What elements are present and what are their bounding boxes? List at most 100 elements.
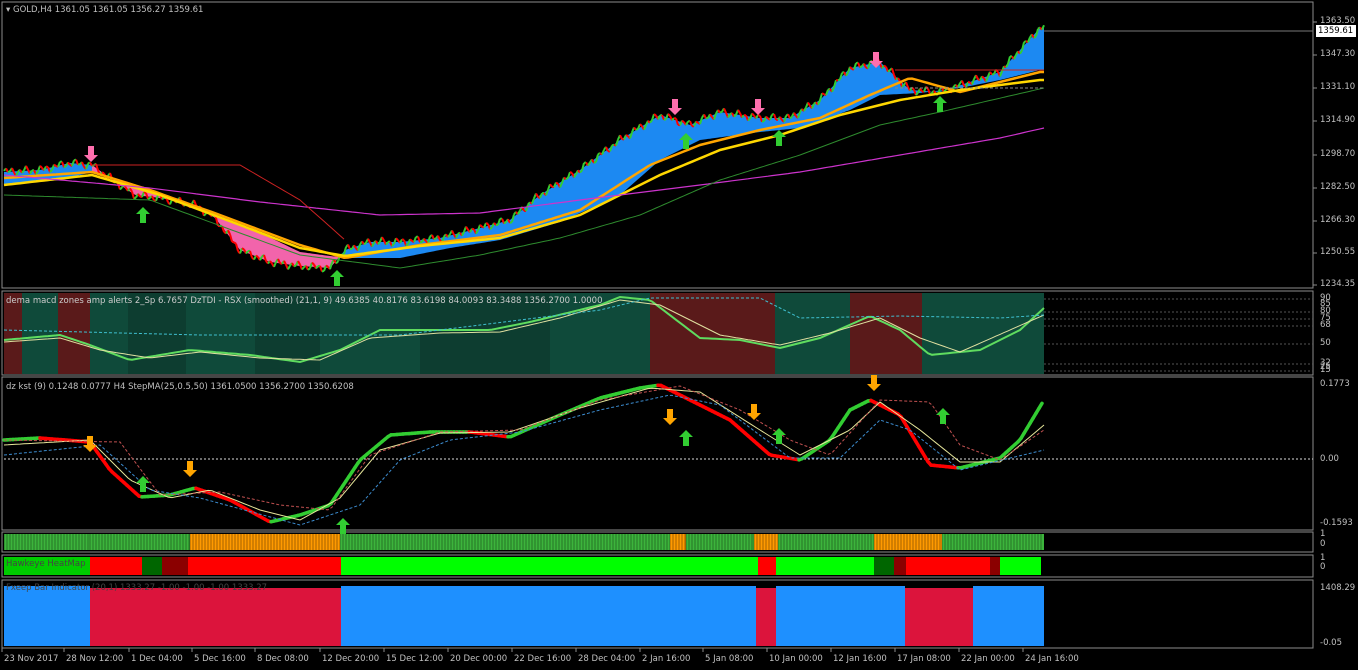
sell-arrow-icon (747, 404, 761, 420)
price-segment (485, 222, 489, 225)
sell-arrow-icon (668, 99, 682, 115)
date-tick-label: 15 Dec 12:00 (386, 654, 444, 664)
price-segment (837, 78, 841, 82)
heatmap-cell (341, 557, 758, 575)
price-segment (119, 186, 123, 191)
price-segment (233, 241, 237, 245)
price-segment (273, 261, 277, 268)
price-segment (101, 171, 105, 175)
chart-canvas[interactable] (0, 0, 1358, 670)
fxeep-bar-block (90, 588, 341, 646)
price-segment (363, 241, 367, 246)
date-tick-label: 5 Jan 08:00 (705, 654, 754, 664)
symbol-ohlc-text: GOLD,H4 1361.05 1361.05 1356.27 1359.61 (12, 5, 204, 15)
sell-arrow-icon (183, 461, 197, 477)
price-segment (535, 193, 539, 198)
collapse-triangle-icon[interactable]: ▾ (6, 5, 10, 15)
sell-arrow-icon (84, 146, 98, 162)
price-tick-label: 1250.55 (1320, 247, 1356, 257)
price-segment (147, 197, 151, 200)
price-segment (347, 244, 351, 250)
fxeep-bar-block (776, 586, 905, 646)
fxeep-bar-block (756, 588, 776, 646)
heatmap-title: Hawkeye HeatMap (6, 559, 86, 569)
kst-red-line (3, 385, 1045, 511)
date-tick-label: 22 Jan 00:00 (961, 654, 1015, 664)
buy-arrow-icon (136, 207, 150, 223)
kst-signal-line (3, 387, 1045, 521)
kst-tick-label: 0.00 (1320, 454, 1339, 464)
heatmap-cell (906, 557, 990, 575)
price-segment (53, 163, 57, 167)
price-segment (719, 110, 723, 114)
fbar-tick-label: -0.05 (1320, 638, 1342, 648)
price-segment (905, 81, 909, 88)
strip1-band (4, 534, 90, 550)
kst-tick-label: -0.1593 (1320, 518, 1353, 528)
price-segment (989, 71, 993, 76)
price-segment (479, 224, 483, 228)
heatmap-tick-label: 0 (1320, 562, 1326, 572)
kst-tick-label: 0.1773 (1320, 379, 1350, 389)
price-segment (7, 170, 11, 174)
price-segment (465, 226, 469, 231)
rsx-tick-label: 50 (1320, 338, 1331, 348)
price-segment (143, 191, 147, 194)
date-tick-label: 10 Jan 00:00 (769, 654, 823, 664)
date-tick-label: 22 Dec 16:00 (514, 654, 572, 664)
buy-arrow-icon (330, 270, 344, 286)
price-segment (635, 127, 639, 131)
magenta-ma-line (3, 127, 1045, 216)
price-segment (301, 266, 305, 271)
heatmap-cell (758, 557, 776, 575)
price-tick-label: 1347.30 (1320, 49, 1356, 59)
date-tick-label: 12 Dec 20:00 (322, 654, 380, 664)
heatmap-cell (776, 557, 874, 575)
price-segment (409, 238, 413, 242)
price-segment (625, 134, 629, 137)
price-segment (663, 118, 667, 121)
price-segment (765, 115, 769, 120)
heatmap-cell (990, 557, 1000, 575)
rsx-pane-title: dema macd zones amp alerts 2_Sp 6.7657 D… (6, 296, 603, 306)
kst-pane-frame (1, 376, 1314, 531)
date-tick-label: 28 Dec 04:00 (578, 654, 636, 664)
price-tick-label: 1298.70 (1320, 149, 1356, 159)
price-segment (991, 73, 995, 76)
price-segment (703, 114, 707, 119)
heatmap-cell (1000, 557, 1041, 575)
date-tick-label: 5 Dec 16:00 (194, 654, 246, 664)
fxeep-bar-block (4, 586, 90, 646)
buy-arrow-icon (933, 96, 947, 112)
date-tick-label: 23 Nov 2017 (4, 654, 59, 664)
heatmap-cell (874, 557, 894, 575)
price-segment (619, 134, 623, 140)
price-segment (63, 165, 67, 169)
strip1-band (874, 534, 942, 550)
price-segment (569, 171, 573, 174)
price-segment (859, 65, 863, 69)
price-segment (789, 115, 793, 120)
price-segment (255, 254, 259, 258)
price-segment (737, 109, 741, 114)
price-segment (287, 265, 291, 270)
price-segment (401, 238, 405, 241)
price-segment (555, 181, 559, 185)
price-segment (821, 92, 825, 96)
price-segment (433, 237, 437, 241)
strip1-tick-label: 1 (1320, 529, 1326, 539)
price-segment (367, 238, 371, 243)
price-segment (193, 199, 197, 206)
price-tick-label: 1282.50 (1320, 182, 1356, 192)
heatmap-cell (90, 557, 142, 575)
channel-lower-line (3, 87, 1045, 269)
price-segment (1033, 35, 1037, 39)
ribbon-up-2 (340, 28, 1044, 258)
kst-segment (1037, 401, 1044, 411)
rsx-tick-label: 68 (1320, 320, 1331, 330)
main-pane-title: ▾ GOLD,H4 1361.05 1361.05 1356.27 1359.6… (6, 5, 203, 15)
price-segment (161, 197, 165, 201)
price-segment (25, 165, 29, 171)
price-segment (747, 118, 751, 122)
buy-arrow-icon (936, 408, 950, 424)
